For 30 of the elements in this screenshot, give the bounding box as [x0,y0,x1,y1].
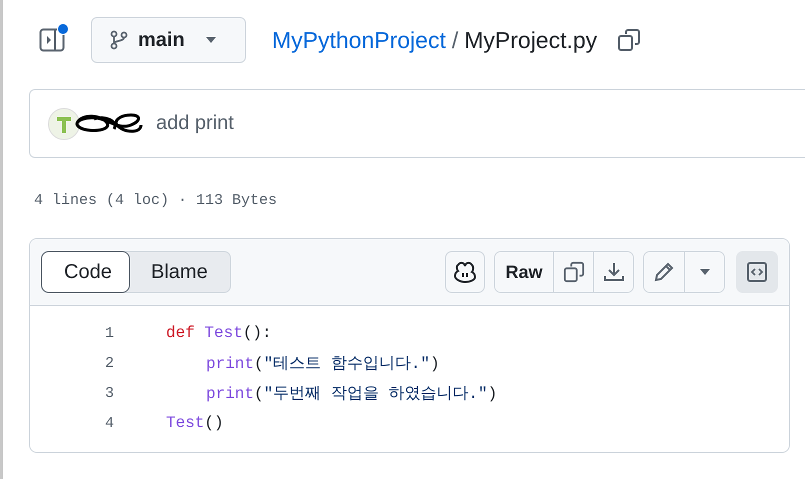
avatar-icon[interactable] [48,108,80,140]
code-line: def Test(): [166,324,272,342]
code-square-icon [746,261,768,283]
sidebar-toggle-icon[interactable] [39,27,65,53]
repository-link[interactable]: MyPythonProject [272,26,446,54]
caret-icon [204,36,217,44]
code-line: Test() [166,414,224,432]
symbols-button[interactable] [736,251,778,293]
download-icon [602,261,624,283]
branch-selector[interactable]: main [91,17,246,63]
file-info: 4 lines (4 loc) · 113 Bytes [34,192,278,209]
copy-icon [562,261,584,283]
code-line: print("두번째 작업을 하였습니다.") [206,384,498,404]
line-number: 3 [104,384,114,402]
code-line: print("테스트 함수입니다.") [206,354,440,374]
pencil-icon [653,261,675,283]
download-button[interactable] [593,252,633,292]
breadcrumb-separator: / [452,26,458,54]
caret-icon [698,268,710,276]
line-number: 2 [104,354,114,372]
copilot-button[interactable] [445,251,485,293]
view-tab[interactable]: Blame [129,252,230,292]
branch-icon [110,30,128,50]
view-tab[interactable]: Code [42,252,129,292]
copy-icon[interactable] [617,28,642,52]
commit-message[interactable]: add print [156,112,234,135]
copilot-icon [453,261,477,283]
file-name: MyProject.py [464,26,598,54]
line-number: 1 [104,324,114,342]
line-number: 4 [104,414,114,432]
